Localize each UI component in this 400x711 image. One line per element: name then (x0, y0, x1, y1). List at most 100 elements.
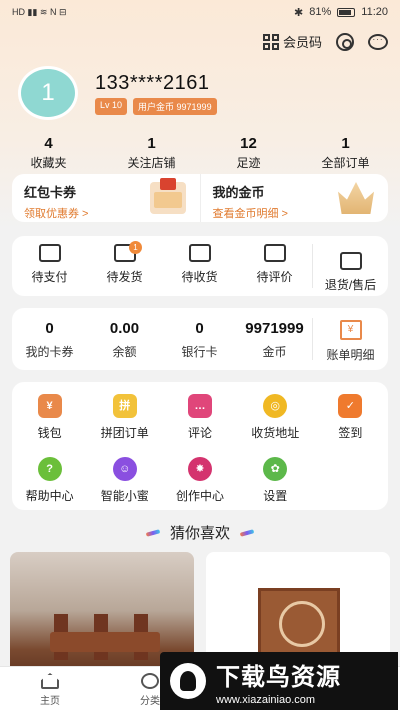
member-code-button[interactable]: 会员码 (262, 32, 322, 51)
order-pending-receipt[interactable]: 待收货 (162, 236, 237, 296)
wallet-bank-cards[interactable]: 0 银行卡 (162, 308, 237, 370)
service-label: 收货地址 (251, 426, 300, 440)
service-label: 拼团订单 (100, 426, 149, 440)
avatar[interactable]: 1 (18, 66, 78, 120)
sparkle-icon (145, 528, 161, 537)
order-label: 待收货 (181, 270, 218, 284)
coins-badge: 用户金币 9971999 (133, 98, 217, 115)
stat-favorites[interactable]: 4 收藏夹 (30, 135, 66, 171)
order-pending-review[interactable]: 待评价 (237, 236, 312, 296)
service-checkin[interactable]: ✓ 签到 (313, 394, 388, 447)
promo-card: 红包卡券 领取优惠券 > 我的金币 查看金币明细 > (12, 174, 388, 222)
location-icon: ◎ (263, 394, 288, 418)
bluetooth-icon: ✱ (294, 6, 304, 19)
watermark: 下载鸟资源 www.xiazainiao.com (160, 652, 398, 710)
order-label: 待发货 (106, 270, 143, 284)
table-shape (50, 632, 160, 652)
user-stats: 4 收藏夹 1 关注店铺 12 足迹 1 全部订单 (0, 135, 400, 171)
wallet-label: 我的卡券 (25, 345, 74, 359)
service-label: 智能小蜜 (100, 489, 149, 503)
stat-label: 全部订单 (321, 156, 370, 170)
stat-all-orders[interactable]: 1 全部订单 (321, 135, 369, 171)
wallet-value: 0.00 (109, 320, 140, 337)
service-label: 帮助中心 (25, 489, 74, 503)
list-icon (339, 252, 362, 270)
bill-icon: ¥ (339, 320, 362, 340)
top-actions: 会员码 ··· (262, 32, 388, 51)
order-label: 退货/售后 (324, 278, 377, 292)
wallet-label: 银行卡 (181, 345, 218, 359)
wallet-value: 0 (45, 320, 54, 337)
comment-icon (263, 244, 286, 262)
message-icon[interactable]: ··· (368, 33, 388, 50)
username: 133****2161 (95, 72, 210, 94)
order-label: 待评价 (256, 270, 293, 284)
stat-value: 1 (341, 135, 350, 152)
service-creator[interactable]: ✸ 创作中心 (162, 457, 237, 510)
home-icon (41, 673, 59, 689)
stat-value: 1 (147, 135, 156, 152)
service-label: 创作中心 (175, 489, 224, 503)
stat-label: 收藏夹 (30, 156, 67, 170)
tab-home[interactable]: 主页 (0, 667, 100, 711)
recommend-header: 猜你喜欢 (0, 522, 400, 543)
wallet-label: 余额 (112, 345, 137, 359)
member-code-label: 会员码 (282, 35, 322, 50)
service-comments[interactable]: … 评论 (162, 394, 237, 447)
wallet-value: 9971999 (245, 320, 304, 337)
service-label: 设置 (263, 489, 288, 503)
service-address[interactable]: ◎ 收货地址 (238, 394, 313, 447)
service-assistant[interactable]: ☺ 智能小蜜 (87, 457, 162, 510)
status-bar: HD ▮▮ ≋ N ⊟ ✱ 81% 11:20 (0, 0, 400, 24)
service-help[interactable]: ? 帮助中心 (12, 457, 87, 510)
red-envelope-icon (149, 178, 186, 214)
calendar-icon: ✓ (338, 394, 363, 418)
service-settings[interactable]: ✿ 设置 (238, 457, 313, 510)
order-returns[interactable]: 退货/售后 (312, 244, 388, 292)
coupon-entry[interactable]: 红包卡券 领取优惠券 > (12, 174, 200, 222)
help-icon: ? (37, 457, 62, 481)
settings-gear-icon[interactable] (336, 32, 354, 51)
wallet-coins[interactable]: 9971999 金币 (237, 308, 312, 370)
service-group-orders[interactable]: 拼 拼团订单 (87, 394, 162, 447)
count-badge: 1 (129, 241, 142, 254)
aperture-icon: ✸ (187, 457, 212, 481)
orders-card: 待支付 1 待发货 待收货 待评价 退货/售后 (12, 236, 388, 296)
watermark-url: www.xiazainiao.com (216, 693, 316, 706)
wallet-label: 金币 (262, 345, 287, 359)
recommend-title: 猜你喜欢 (169, 525, 230, 542)
level-badge: Lv 10 (95, 98, 128, 115)
battery-icon (337, 7, 356, 17)
bill-details[interactable]: ¥ 账单明细 (312, 318, 388, 362)
sparkle-icon (239, 528, 255, 537)
stat-followed-shops[interactable]: 1 关注店铺 (127, 135, 175, 171)
bird-logo-icon (170, 663, 206, 699)
order-pending-shipment[interactable]: 1 待发货 (87, 236, 162, 296)
wallet-icon (38, 244, 61, 262)
coins-entry[interactable]: 我的金币 查看金币明细 > (199, 174, 389, 222)
tab-label: 主页 (40, 696, 60, 707)
battery-percent: 81% (309, 6, 332, 18)
service-label: 评论 (187, 426, 212, 440)
wallet-value: 0 (195, 320, 204, 337)
watermark-title: 下载鸟资源 (216, 663, 341, 691)
clock: 11:20 (361, 6, 388, 18)
group-order-icon: 拼 (112, 394, 137, 418)
service-label: 签到 (338, 426, 363, 440)
category-icon (141, 673, 159, 689)
stat-value: 4 (44, 135, 53, 152)
order-label: 待支付 (31, 270, 68, 284)
stat-label: 关注店铺 (127, 156, 176, 170)
wallet-card: 0 我的卡券 0.00 余额 0 银行卡 9971999 金币 ¥ 账单明细 (12, 308, 388, 370)
comment-icon: … (187, 394, 212, 418)
qr-code-icon (262, 33, 279, 50)
service-wallet[interactable]: ¥ 钱包 (12, 394, 87, 447)
stat-footprints[interactable]: 12 足迹 (236, 135, 260, 171)
assistant-icon: ☺ (112, 457, 137, 481)
stat-label: 足迹 (236, 156, 261, 170)
status-right: ✱ 81% 11:20 (294, 6, 388, 19)
wallet-coupons[interactable]: 0 我的卡券 (12, 308, 87, 370)
user-badges: Lv 10 用户金币 9971999 (95, 98, 217, 115)
order-pending-payment[interactable]: 待支付 (12, 236, 87, 296)
wallet-balance[interactable]: 0.00 余额 (87, 308, 162, 370)
